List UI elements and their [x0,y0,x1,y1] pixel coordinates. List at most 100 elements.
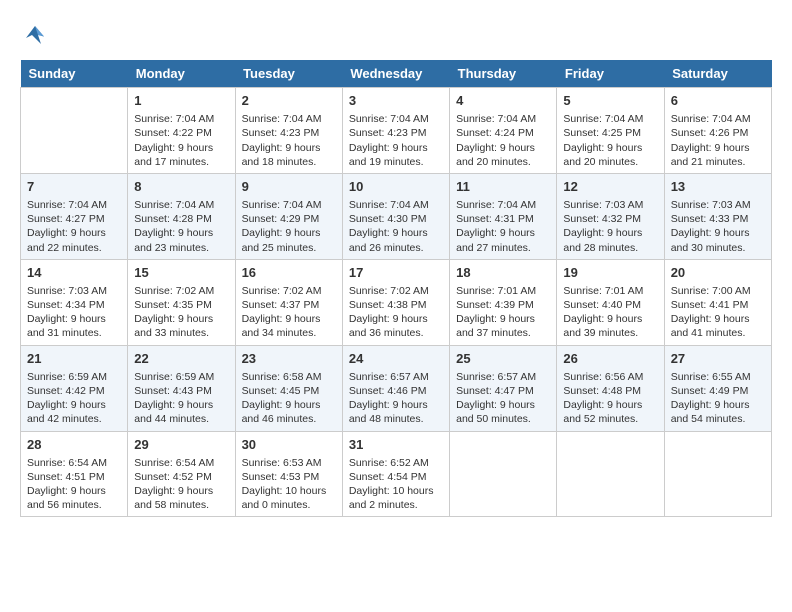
day-number: 2 [242,92,336,110]
day-info: Daylight: 9 hours [242,398,336,412]
day-info: Daylight: 9 hours [27,398,121,412]
day-info: Daylight: 9 hours [563,226,657,240]
day-info: Daylight: 9 hours [563,398,657,412]
calendar-cell: 14Sunrise: 7:03 AMSunset: 4:34 PMDayligh… [21,259,128,345]
day-info: Daylight: 9 hours [134,484,228,498]
day-info: and 48 minutes. [349,412,443,426]
calendar-cell: 30Sunrise: 6:53 AMSunset: 4:53 PMDayligh… [235,431,342,517]
day-info: Daylight: 9 hours [563,312,657,326]
day-info: Sunset: 4:25 PM [563,126,657,140]
calendar-cell: 25Sunrise: 6:57 AMSunset: 4:47 PMDayligh… [450,345,557,431]
day-info: and 34 minutes. [242,326,336,340]
day-number: 27 [671,350,765,368]
day-info: Daylight: 9 hours [242,141,336,155]
calendar-cell: 28Sunrise: 6:54 AMSunset: 4:51 PMDayligh… [21,431,128,517]
day-info: Sunset: 4:32 PM [563,212,657,226]
day-info: and 56 minutes. [27,498,121,512]
day-info: and 46 minutes. [242,412,336,426]
day-info: Sunrise: 7:04 AM [563,112,657,126]
day-info: and 0 minutes. [242,498,336,512]
calendar-cell: 9Sunrise: 7:04 AMSunset: 4:29 PMDaylight… [235,173,342,259]
day-info: Sunrise: 7:00 AM [671,284,765,298]
day-info: Daylight: 9 hours [27,226,121,240]
day-info: Sunrise: 6:53 AM [242,456,336,470]
calendar-table: SundayMondayTuesdayWednesdayThursdayFrid… [20,60,772,517]
week-row: 1Sunrise: 7:04 AMSunset: 4:22 PMDaylight… [21,88,772,174]
day-header-tuesday: Tuesday [235,60,342,88]
day-info: Sunset: 4:27 PM [27,212,121,226]
calendar-cell: 7Sunrise: 7:04 AMSunset: 4:27 PMDaylight… [21,173,128,259]
day-info: Daylight: 9 hours [27,484,121,498]
day-info: and 30 minutes. [671,241,765,255]
day-info: Sunrise: 7:04 AM [456,112,550,126]
day-number: 5 [563,92,657,110]
day-info: Sunrise: 6:55 AM [671,370,765,384]
day-info: and 44 minutes. [134,412,228,426]
week-row: 14Sunrise: 7:03 AMSunset: 4:34 PMDayligh… [21,259,772,345]
day-header-wednesday: Wednesday [342,60,449,88]
day-number: 11 [456,178,550,196]
page-header [20,20,772,50]
day-info: Daylight: 9 hours [134,398,228,412]
day-number: 19 [563,264,657,282]
day-info: and 42 minutes. [27,412,121,426]
day-info: and 27 minutes. [456,241,550,255]
day-number: 16 [242,264,336,282]
day-info: Sunset: 4:49 PM [671,384,765,398]
day-info: Sunset: 4:31 PM [456,212,550,226]
calendar-cell: 2 Sunrise: 7:04 AMSunset: 4:23 PMDaylight… [235,88,342,174]
day-info: Sunrise: 7:04 AM [242,112,336,126]
day-info: Daylight: 9 hours [563,141,657,155]
day-info: Daylight: 9 hours [134,141,228,155]
day-info: Sunrise: 7:04 AM [27,198,121,212]
day-info: Sunset: 4:29 PM [242,212,336,226]
calendar-cell: 29Sunrise: 6:54 AMSunset: 4:52 PMDayligh… [128,431,235,517]
day-number: 30 [242,436,336,454]
day-info: and 36 minutes. [349,326,443,340]
day-number: 28 [27,436,121,454]
day-info: Sunset: 4:22 PM [134,126,228,140]
calendar-cell: 31Sunrise: 6:52 AMSunset: 4:54 PMDayligh… [342,431,449,517]
day-info: Sunset: 4:23 PM [242,126,336,140]
day-info: Sunset: 4:52 PM [134,470,228,484]
calendar-cell: 19Sunrise: 7:01 AMSunset: 4:40 PMDayligh… [557,259,664,345]
day-info: and 18 minutes. [242,155,336,169]
day-number: 9 [242,178,336,196]
day-number: 4 [456,92,550,110]
day-number: 12 [563,178,657,196]
day-header-monday: Monday [128,60,235,88]
day-info: Sunset: 4:24 PM [456,126,550,140]
day-info: Sunrise: 7:03 AM [563,198,657,212]
day-info: and 39 minutes. [563,326,657,340]
day-header-saturday: Saturday [664,60,771,88]
day-number: 23 [242,350,336,368]
day-info: and 28 minutes. [563,241,657,255]
calendar-cell: 26Sunrise: 6:56 AMSunset: 4:48 PMDayligh… [557,345,664,431]
day-info: Sunrise: 7:01 AM [456,284,550,298]
day-info: and 31 minutes. [27,326,121,340]
day-number: 10 [349,178,443,196]
day-info: Sunrise: 7:04 AM [456,198,550,212]
day-info: Sunset: 4:45 PM [242,384,336,398]
logo-icon [20,20,50,50]
day-number: 8 [134,178,228,196]
day-info: Sunset: 4:43 PM [134,384,228,398]
day-info: Daylight: 9 hours [671,398,765,412]
day-info: and 37 minutes. [456,326,550,340]
day-info: Daylight: 9 hours [456,141,550,155]
day-info: Sunset: 4:39 PM [456,298,550,312]
day-number: 22 [134,350,228,368]
day-info: and 52 minutes. [563,412,657,426]
calendar-cell: 3Sunrise: 7:04 AMSunset: 4:23 PMDaylight… [342,88,449,174]
day-info: Sunset: 4:28 PM [134,212,228,226]
calendar-cell: 24Sunrise: 6:57 AMSunset: 4:46 PMDayligh… [342,345,449,431]
day-info: Sunset: 4:35 PM [134,298,228,312]
day-info: Sunset: 4:38 PM [349,298,443,312]
week-row: 28Sunrise: 6:54 AMSunset: 4:51 PMDayligh… [21,431,772,517]
day-info: Sunset: 4:51 PM [27,470,121,484]
day-info: Sunset: 4:30 PM [349,212,443,226]
day-info: Sunrise: 7:03 AM [27,284,121,298]
day-number: 13 [671,178,765,196]
day-info: Sunset: 4:48 PM [563,384,657,398]
day-info: Daylight: 9 hours [134,226,228,240]
